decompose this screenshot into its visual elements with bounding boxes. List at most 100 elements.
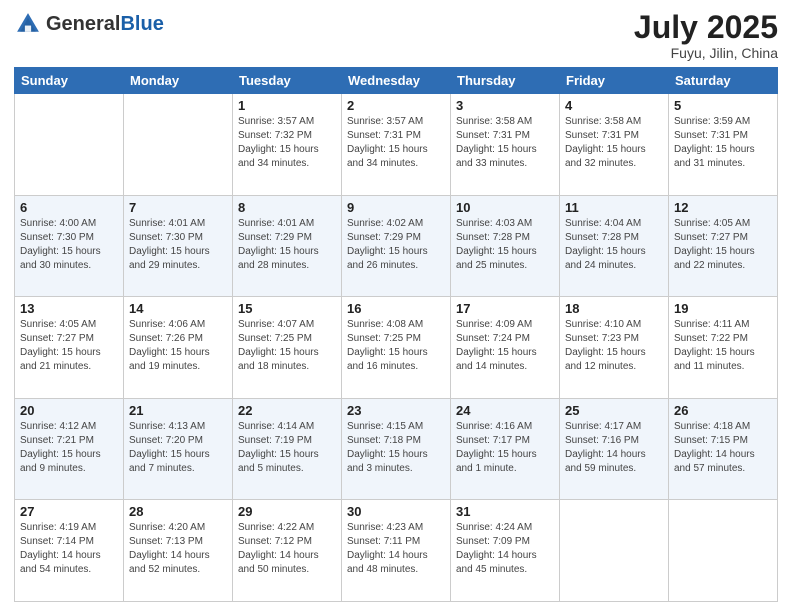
day-number: 26 bbox=[674, 403, 772, 418]
sunrise-text: Sunrise: 3:58 AM bbox=[565, 115, 663, 129]
calendar-cell: 22 Sunrise: 4:14 AMSunset: 7:19 PMDayligh… bbox=[233, 398, 342, 500]
day-number: 8 bbox=[238, 200, 336, 215]
sunset-text: Sunset: 7:28 PM bbox=[565, 231, 663, 245]
day-info: Sunrise: 4:10 AMSunset: 7:23 PMDaylight:… bbox=[565, 318, 663, 374]
sunset-text: Sunset: 7:30 PM bbox=[20, 231, 118, 245]
calendar-cell bbox=[124, 94, 233, 196]
calendar-week-2: 6Sunrise: 4:00 AMSunset: 7:30 PMDaylight… bbox=[15, 195, 778, 297]
sunrise-text: Sunrise: 4:05 AM bbox=[20, 318, 118, 332]
daylight-text: Daylight: 14 hours and 48 minutes. bbox=[347, 549, 445, 577]
day-info: Sunrise: 4:01 AMSunset: 7:30 PMDaylight:… bbox=[129, 217, 227, 273]
sunset-text: Sunset: 7:29 PM bbox=[347, 231, 445, 245]
sunrise-text: Sunrise: 3:57 AM bbox=[238, 115, 336, 129]
day-number: 4 bbox=[565, 98, 663, 113]
calendar-cell: 24Sunrise: 4:16 AMSunset: 7:17 PMDayligh… bbox=[451, 398, 560, 500]
sunrise-text: Sunrise: 4:09 AM bbox=[456, 318, 554, 332]
sunrise-text: Sunrise: 4:11 AM bbox=[674, 318, 772, 332]
sunrise-text: Sunrise: 4:16 AM bbox=[456, 420, 554, 434]
daylight-text: Daylight: 14 hours and 59 minutes. bbox=[565, 448, 663, 476]
sunset-text: Sunset: 7:31 PM bbox=[565, 129, 663, 143]
sunrise-text: Sunrise: 4:00 AM bbox=[20, 217, 118, 231]
day-info: Sunrise: 4:19 AMSunset: 7:14 PMDaylight:… bbox=[20, 521, 118, 577]
calendar-cell: 16Sunrise: 4:08 AMSunset: 7:25 PMDayligh… bbox=[342, 297, 451, 399]
sunrise-text: Sunrise: 4:22 AM bbox=[238, 521, 336, 535]
daylight-text: Daylight: 15 hours and 30 minutes. bbox=[20, 245, 118, 273]
calendar-cell: 6Sunrise: 4:00 AMSunset: 7:30 PMDaylight… bbox=[15, 195, 124, 297]
sunrise-text: Sunrise: 4:14 AM bbox=[238, 420, 336, 434]
calendar-cell: 3Sunrise: 3:58 AMSunset: 7:31 PMDaylight… bbox=[451, 94, 560, 196]
day-info: Sunrise: 3:59 AMSunset: 7:31 PMDaylight:… bbox=[674, 115, 772, 171]
day-info: Sunrise: 3:57 AMSunset: 7:32 PMDaylight:… bbox=[238, 115, 336, 171]
sunset-text: Sunset: 7:32 PM bbox=[238, 129, 336, 143]
sunrise-text: Sunrise: 3:59 AM bbox=[674, 115, 772, 129]
day-number: 7 bbox=[129, 200, 227, 215]
sunset-text: Sunset: 7:19 PM bbox=[238, 434, 336, 448]
title-area: July 2025 Fuyu, Jilin, China bbox=[634, 10, 778, 61]
sunrise-text: Sunrise: 4:06 AM bbox=[129, 318, 227, 332]
calendar-cell: 30Sunrise: 4:23 AMSunset: 7:11 PMDayligh… bbox=[342, 500, 451, 602]
day-number: 19 bbox=[674, 301, 772, 316]
sunrise-text: Sunrise: 4:13 AM bbox=[129, 420, 227, 434]
logo-blue: Blue bbox=[120, 13, 163, 35]
sunrise-text: Sunrise: 4:23 AM bbox=[347, 521, 445, 535]
calendar-cell: 12Sunrise: 4:05 AMSunset: 7:27 PMDayligh… bbox=[669, 195, 778, 297]
sunset-text: Sunset: 7:25 PM bbox=[238, 332, 336, 346]
daylight-text: Daylight: 15 hours and 5 minutes. bbox=[238, 448, 336, 476]
sunset-text: Sunset: 7:15 PM bbox=[674, 434, 772, 448]
day-number: 20 bbox=[20, 403, 118, 418]
calendar-week-3: 13Sunrise: 4:05 AMSunset: 7:27 PMDayligh… bbox=[15, 297, 778, 399]
day-number: 1 bbox=[238, 98, 336, 113]
daylight-text: Daylight: 15 hours and 7 minutes. bbox=[129, 448, 227, 476]
sunset-text: Sunset: 7:26 PM bbox=[129, 332, 227, 346]
calendar-cell: 23Sunrise: 4:15 AMSunset: 7:18 PMDayligh… bbox=[342, 398, 451, 500]
day-number: 27 bbox=[20, 504, 118, 519]
calendar-cell: 7 Sunrise: 4:01 AMSunset: 7:30 PMDaylight… bbox=[124, 195, 233, 297]
daylight-text: Daylight: 15 hours and 31 minutes. bbox=[674, 143, 772, 171]
day-info: Sunrise: 4:23 AMSunset: 7:11 PMDaylight:… bbox=[347, 521, 445, 577]
sunrise-text: Sunrise: 3:57 AM bbox=[347, 115, 445, 129]
daylight-text: Daylight: 15 hours and 25 minutes. bbox=[456, 245, 554, 273]
day-number: 11 bbox=[565, 200, 663, 215]
page: GeneralBlue July 2025 Fuyu, Jilin, China… bbox=[0, 0, 792, 612]
daylight-text: Daylight: 15 hours and 22 minutes. bbox=[674, 245, 772, 273]
sunrise-text: Sunrise: 4:17 AM bbox=[565, 420, 663, 434]
day-number: 5 bbox=[674, 98, 772, 113]
day-info: Sunrise: 4:01 AMSunset: 7:29 PMDaylight:… bbox=[238, 217, 336, 273]
daylight-text: Daylight: 15 hours and 29 minutes. bbox=[129, 245, 227, 273]
calendar-table: Sunday Monday Tuesday Wednesday Thursday… bbox=[14, 67, 778, 602]
calendar-cell: 19Sunrise: 4:11 AMSunset: 7:22 PMDayligh… bbox=[669, 297, 778, 399]
sunset-text: Sunset: 7:27 PM bbox=[20, 332, 118, 346]
daylight-text: Daylight: 15 hours and 3 minutes. bbox=[347, 448, 445, 476]
day-info: Sunrise: 4:24 AMSunset: 7:09 PMDaylight:… bbox=[456, 521, 554, 577]
sunrise-text: Sunrise: 4:24 AM bbox=[456, 521, 554, 535]
calendar-cell: 13Sunrise: 4:05 AMSunset: 7:27 PMDayligh… bbox=[15, 297, 124, 399]
day-info: Sunrise: 4:09 AMSunset: 7:24 PMDaylight:… bbox=[456, 318, 554, 374]
calendar-week-4: 20Sunrise: 4:12 AMSunset: 7:21 PMDayligh… bbox=[15, 398, 778, 500]
month-title: July 2025 bbox=[634, 10, 778, 45]
sunrise-text: Sunrise: 4:19 AM bbox=[20, 521, 118, 535]
day-info: Sunrise: 4:14 AMSunset: 7:19 PMDaylight:… bbox=[238, 420, 336, 476]
sunset-text: Sunset: 7:12 PM bbox=[238, 535, 336, 549]
calendar-cell: 14Sunrise: 4:06 AMSunset: 7:26 PMDayligh… bbox=[124, 297, 233, 399]
daylight-text: Daylight: 14 hours and 45 minutes. bbox=[456, 549, 554, 577]
day-info: Sunrise: 4:07 AMSunset: 7:25 PMDaylight:… bbox=[238, 318, 336, 374]
col-friday: Friday bbox=[560, 68, 669, 94]
day-info: Sunrise: 4:05 AMSunset: 7:27 PMDaylight:… bbox=[674, 217, 772, 273]
sunset-text: Sunset: 7:09 PM bbox=[456, 535, 554, 549]
sunset-text: Sunset: 7:20 PM bbox=[129, 434, 227, 448]
calendar-cell: 17Sunrise: 4:09 AMSunset: 7:24 PMDayligh… bbox=[451, 297, 560, 399]
sunset-text: Sunset: 7:28 PM bbox=[456, 231, 554, 245]
logo: GeneralBlue bbox=[14, 10, 164, 38]
col-sunday: Sunday bbox=[15, 68, 124, 94]
calendar-cell: 10Sunrise: 4:03 AMSunset: 7:28 PMDayligh… bbox=[451, 195, 560, 297]
day-info: Sunrise: 4:20 AMSunset: 7:13 PMDaylight:… bbox=[129, 521, 227, 577]
calendar-cell: 9Sunrise: 4:02 AMSunset: 7:29 PMDaylight… bbox=[342, 195, 451, 297]
day-info: Sunrise: 3:58 AMSunset: 7:31 PMDaylight:… bbox=[456, 115, 554, 171]
day-number: 22 bbox=[238, 403, 336, 418]
sunset-text: Sunset: 7:29 PM bbox=[238, 231, 336, 245]
day-info: Sunrise: 4:00 AMSunset: 7:30 PMDaylight:… bbox=[20, 217, 118, 273]
sunset-text: Sunset: 7:17 PM bbox=[456, 434, 554, 448]
sunset-text: Sunset: 7:23 PM bbox=[565, 332, 663, 346]
sunset-text: Sunset: 7:27 PM bbox=[674, 231, 772, 245]
calendar-cell bbox=[560, 500, 669, 602]
